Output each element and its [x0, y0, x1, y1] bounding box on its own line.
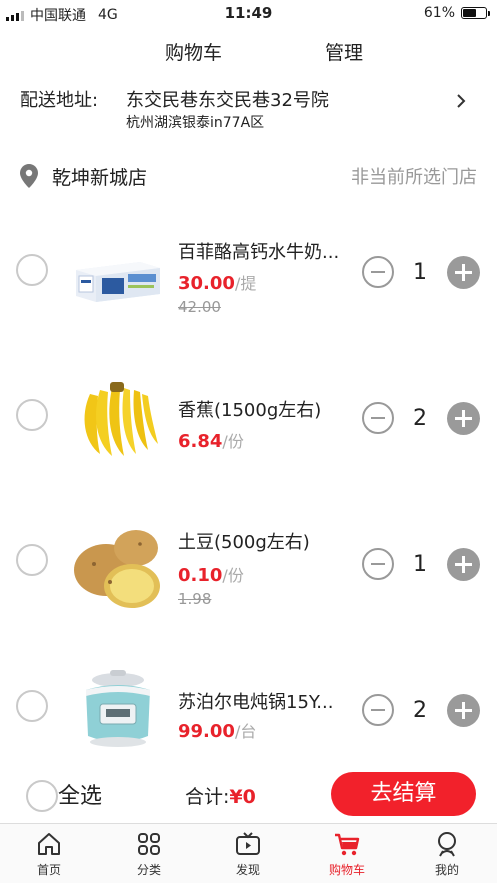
- profile-icon: [438, 832, 456, 857]
- price-value: 0.10: [178, 565, 223, 586]
- tab-cart[interactable]: 购物车: [302, 830, 392, 882]
- item-name: 百菲酪高钙水牛奶...: [178, 242, 340, 263]
- clock: 11:49: [224, 4, 273, 22]
- item-price: 0.10/份: [178, 562, 244, 586]
- original-price: 1.98: [178, 590, 212, 608]
- milk-box-image: [76, 262, 160, 302]
- increase-button[interactable]: [447, 548, 480, 581]
- total-amount: ¥0: [229, 786, 256, 808]
- cart-icon: [335, 833, 360, 856]
- home-icon: [38, 833, 60, 855]
- nav-header: 购物车 管理: [0, 28, 497, 72]
- decrease-button[interactable]: [362, 694, 394, 726]
- address-line2: 杭州湖滨银泰in77A区: [126, 115, 265, 131]
- select-all-label[interactable]: 全选: [58, 778, 102, 810]
- address-label: 配送地址:: [20, 90, 99, 111]
- decrease-button[interactable]: [362, 548, 394, 580]
- other-store-link[interactable]: 非当前所选门店: [351, 163, 477, 189]
- item-price: 30.00/提: [178, 270, 256, 294]
- price-unit: /台: [234, 722, 257, 741]
- item-checkbox[interactable]: [16, 399, 48, 431]
- quantity-value: 1: [413, 260, 427, 285]
- item-checkbox[interactable]: [16, 544, 48, 576]
- stew-pot-image: [86, 670, 150, 747]
- decrease-button[interactable]: [362, 256, 394, 288]
- tab-label: 首页: [36, 863, 61, 877]
- address-line1: 东交民巷东交民巷32号院: [126, 90, 329, 111]
- status-bar: 中国联通 4G 11:49 61%: [0, 0, 497, 28]
- quantity-value: 2: [413, 406, 427, 431]
- tab-profile[interactable]: 我的: [402, 830, 492, 882]
- quantity-value: 2: [413, 698, 427, 723]
- price-unit: /提: [234, 274, 257, 293]
- item-name: 香蕉(1500g左右): [178, 400, 322, 421]
- battery-percent: 61%: [423, 5, 455, 21]
- price-unit: /份: [222, 566, 244, 585]
- total-label: 合计:: [185, 786, 230, 808]
- cart-item: 土豆(500g左右) 0.10/份 1.98 1: [0, 516, 497, 626]
- tab-bar: 首页 分类 发现 购物车 我的: [0, 823, 497, 883]
- tab-category[interactable]: 分类: [104, 830, 194, 882]
- price-unit: /份: [222, 432, 244, 451]
- banana-image: [84, 382, 158, 456]
- original-price: 42.00: [178, 298, 221, 316]
- battery-icon: [461, 7, 490, 19]
- location-pin-icon: [20, 164, 38, 188]
- tab-label: 发现: [235, 863, 260, 877]
- item-checkbox[interactable]: [16, 690, 48, 722]
- total: 合计:¥0: [185, 782, 256, 809]
- item-price: 6.84/份: [178, 428, 244, 452]
- checkout-button[interactable]: 去结算: [331, 772, 476, 816]
- checkout-bar: 全选 合计:¥0 去结算: [0, 766, 497, 822]
- category-icon: [138, 833, 160, 855]
- increase-button[interactable]: [447, 694, 480, 727]
- price-value: 99.00: [178, 721, 235, 742]
- price-value: 30.00: [178, 273, 235, 294]
- tab-label: 购物车: [328, 863, 365, 877]
- tab-home[interactable]: 首页: [4, 830, 94, 882]
- delivery-address[interactable]: 配送地址: 东交民巷东交民巷32号院 杭州湖滨银泰in77A区: [0, 78, 497, 140]
- increase-button[interactable]: [447, 256, 480, 289]
- cart-item: 香蕉(1500g左右) 6.84/份 2: [0, 372, 497, 482]
- quantity-value: 1: [413, 552, 427, 577]
- manage-button[interactable]: 管理: [325, 38, 363, 65]
- page-title: 购物车: [165, 42, 223, 64]
- decrease-button[interactable]: [362, 402, 394, 434]
- item-checkbox[interactable]: [16, 254, 48, 286]
- item-name: 苏泊尔电炖锅15Y...: [178, 692, 334, 713]
- tab-label: 我的: [434, 863, 459, 877]
- discover-icon: [236, 832, 260, 855]
- increase-button[interactable]: [447, 402, 480, 435]
- price-value: 6.84: [178, 431, 223, 452]
- cart-item: 百菲酪高钙水牛奶... 30.00/提 42.00 1: [0, 230, 497, 340]
- tab-label: 分类: [136, 863, 161, 877]
- chevron-right-icon: [457, 94, 466, 108]
- item-price: 99.00/台: [178, 718, 256, 742]
- potato-image: [74, 530, 160, 608]
- item-name: 土豆(500g左右): [178, 532, 310, 553]
- store-name: 乾坤新城店: [52, 167, 148, 189]
- cart-item: 苏泊尔电炖锅15Y... 99.00/台 2: [0, 660, 497, 770]
- select-all-checkbox[interactable]: [26, 780, 58, 812]
- tab-discover[interactable]: 发现: [203, 830, 293, 882]
- store-row: 乾坤新城店 非当前所选门店: [0, 155, 497, 195]
